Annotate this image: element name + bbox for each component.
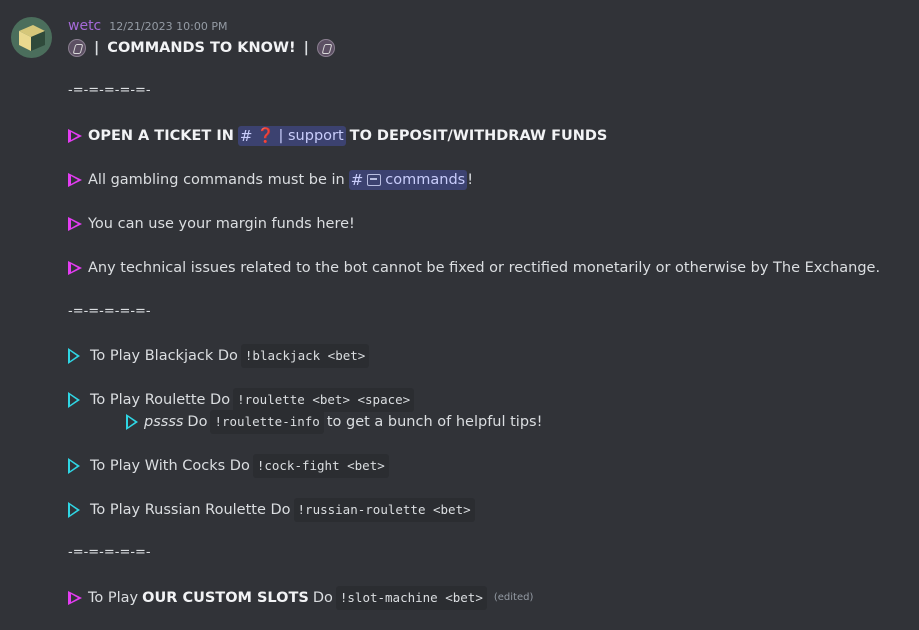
slots-bold-text: OUR CUSTOM SLOTS <box>142 590 309 606</box>
command-code[interactable]: !cock-fight <bet> <box>252 454 389 478</box>
purple-arrow-icon <box>68 591 82 605</box>
announcement-text: Any technical issues related to the bot … <box>88 260 881 276</box>
message-timestamp[interactable]: 12/21/2023 10:00 PM <box>109 20 227 33</box>
game-russian-roulette: To Play Russian Roulette Do !russian-rou… <box>68 498 478 522</box>
announcement-text: TO DEPOSIT/WITHDRAW FUNDS <box>349 128 608 144</box>
question-mark-icon: ❓ <box>256 128 275 144</box>
announcement-technical: Any technical issues related to the bot … <box>68 258 880 278</box>
cyan-arrow-icon <box>68 348 80 364</box>
announcement-commands: All gambling commands must be in # comma… <box>68 170 473 190</box>
announcement-text: ! <box>467 172 474 188</box>
game-cockfight: To Play With Cocks Do !cock-fight <bet> <box>68 454 392 478</box>
custom-emoji-icon[interactable] <box>316 39 335 57</box>
custom-emoji-icon[interactable] <box>68 39 86 57</box>
announcement-margin: You can use your margin funds here! <box>68 214 355 234</box>
game-roulette: To Play Roulette Do !roulette <bet> <spa… <box>68 388 417 412</box>
game-blackjack: To Play Blackjack Do !blackjack <bet> <box>68 344 372 368</box>
game-text: To Play With Cocks Do <box>90 458 250 474</box>
purple-arrow-icon <box>68 173 82 187</box>
channel-mention-commands[interactable]: # commands <box>348 170 468 190</box>
tip-text: to get a bunch of helpful tips! <box>326 414 543 430</box>
purple-arrow-icon <box>68 217 82 231</box>
command-code[interactable]: !slot-machine <bet> <box>335 586 487 610</box>
command-code[interactable]: !russian-roulette <bet> <box>293 498 475 522</box>
tip-italic-text: pssss <box>144 414 184 430</box>
cyan-arrow-icon <box>126 414 138 430</box>
separator: -=-=-=-=-=- <box>68 545 151 560</box>
avatar-cube-icon <box>19 25 45 51</box>
command-code[interactable]: !roulette <bet> <space> <box>233 388 415 412</box>
announcement-text: OPEN A TICKET IN <box>88 128 234 144</box>
channel-mention-support[interactable]: # ❓ | support <box>237 126 346 146</box>
purple-arrow-icon <box>68 129 82 143</box>
message-avatar[interactable] <box>11 17 52 58</box>
slots-text: To Play <box>88 590 139 606</box>
command-code[interactable]: !roulette-info <box>210 410 324 434</box>
message-header: wetc 12/21/2023 10:00 PM <box>68 18 227 36</box>
announcement-ticket: OPEN A TICKET IN # ❓ | support TO DEPOSI… <box>68 126 607 146</box>
announcement-text: All gambling commands must be in <box>88 172 345 188</box>
title-divider: | <box>94 40 100 56</box>
tip-text: Do <box>187 414 208 430</box>
slots-text: Do <box>312 590 333 606</box>
message-title: COMMANDS TO KNOW! <box>107 40 296 56</box>
edited-label: (edited) <box>493 592 534 603</box>
command-code[interactable]: !blackjack <bet> <box>240 344 370 368</box>
game-text: To Play Russian Roulette Do <box>90 502 291 518</box>
message-username[interactable]: wetc <box>68 18 101 34</box>
channel-hash-icon: # <box>239 127 253 145</box>
separator: -=-=-=-=-=- <box>68 83 151 98</box>
game-roulette-tip: pssss Do !roulette-info to get a bunch o… <box>126 410 543 434</box>
game-text: To Play Blackjack Do <box>90 348 238 364</box>
channel-hash-icon: # <box>350 171 364 189</box>
cyan-arrow-icon <box>68 502 80 518</box>
channel-name: | support <box>278 128 344 144</box>
separator: -=-=-=-=-=- <box>68 304 151 319</box>
game-text: To Play Roulette Do <box>90 392 231 408</box>
title-divider: | <box>303 40 309 56</box>
cyan-arrow-icon <box>68 392 80 408</box>
title-line: | COMMANDS TO KNOW! | <box>68 38 335 58</box>
keyboard-emoji-icon <box>367 174 382 186</box>
cyan-arrow-icon <box>68 458 80 474</box>
announcement-text: You can use your margin funds here! <box>88 216 355 232</box>
game-slots: To Play OUR CUSTOM SLOTS Do !slot-machin… <box>68 586 534 610</box>
channel-name: commands <box>385 172 466 188</box>
purple-arrow-icon <box>68 261 82 275</box>
